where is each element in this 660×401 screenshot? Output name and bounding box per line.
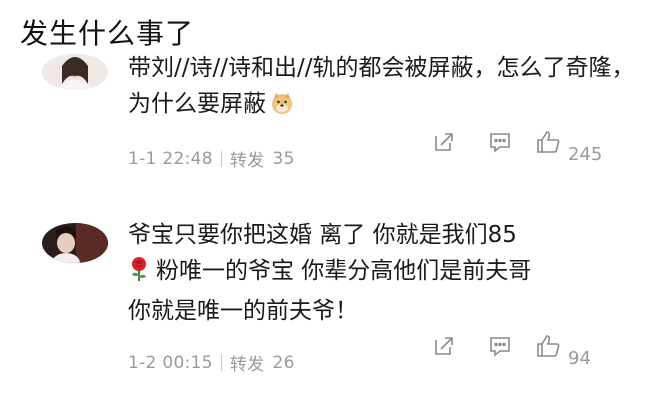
rose-emoji-icon <box>128 256 150 293</box>
repost-count: 35 <box>272 148 295 169</box>
doge-emoji-icon <box>270 90 294 126</box>
repost-count: 26 <box>272 352 295 373</box>
comment-text: 爷宝只要你把这婚 离了 你就是我们85 粉唯一的爷宝 你辈分高他们是前夫哥 你就… <box>128 217 640 329</box>
like-count: 245 <box>568 144 603 165</box>
repost-label[interactable]: 转发 <box>230 350 265 375</box>
comment-text-content: 带刘//诗//诗和出//轨的都会被屏蔽，怎么了奇隆，为什么要屏蔽 <box>128 55 635 117</box>
comment-item: 带刘//诗//诗和出//轨的都会被屏蔽，怎么了奇隆，为什么要屏蔽 1-1 22:… <box>0 50 660 205</box>
comment-icon[interactable] <box>488 334 512 358</box>
avatar[interactable] <box>42 54 108 90</box>
comment-meta: 1-2 00:15 转发 26 <box>128 350 295 376</box>
comment-text-suffix: 粉唯一的爷宝 你辈分高他们是前夫哥 你就是唯一的前夫爷！ <box>128 258 532 324</box>
comment-text-prefix: 爷宝只要你把这婚 离了 你就是我们85 <box>128 222 517 248</box>
repost-label[interactable]: 转发 <box>230 146 265 171</box>
divider <box>220 354 222 371</box>
page-title: 发生什么事了 <box>20 17 195 50</box>
divider <box>220 150 222 167</box>
comment-text: 带刘//诗//诗和出//轨的都会被屏蔽，怎么了奇隆，为什么要屏蔽 <box>128 50 640 126</box>
comment-meta: 1-1 22:48 转发 35 <box>128 146 295 172</box>
avatar[interactable] <box>42 223 108 263</box>
comment-date: 1-1 22:48 <box>128 148 213 169</box>
share-icon[interactable] <box>432 334 456 358</box>
comment-icon[interactable] <box>488 130 512 154</box>
share-icon[interactable] <box>432 130 456 154</box>
comment-date: 1-2 00:15 <box>128 352 213 373</box>
comment-item: 爷宝只要你把这婚 离了 你就是我们85 粉唯一的爷宝 你辈分高他们是前夫哥 你就… <box>0 215 660 401</box>
thumbs-up-icon[interactable] <box>536 130 560 154</box>
like-count: 94 <box>568 348 591 369</box>
thumbs-up-icon[interactable] <box>536 334 560 358</box>
